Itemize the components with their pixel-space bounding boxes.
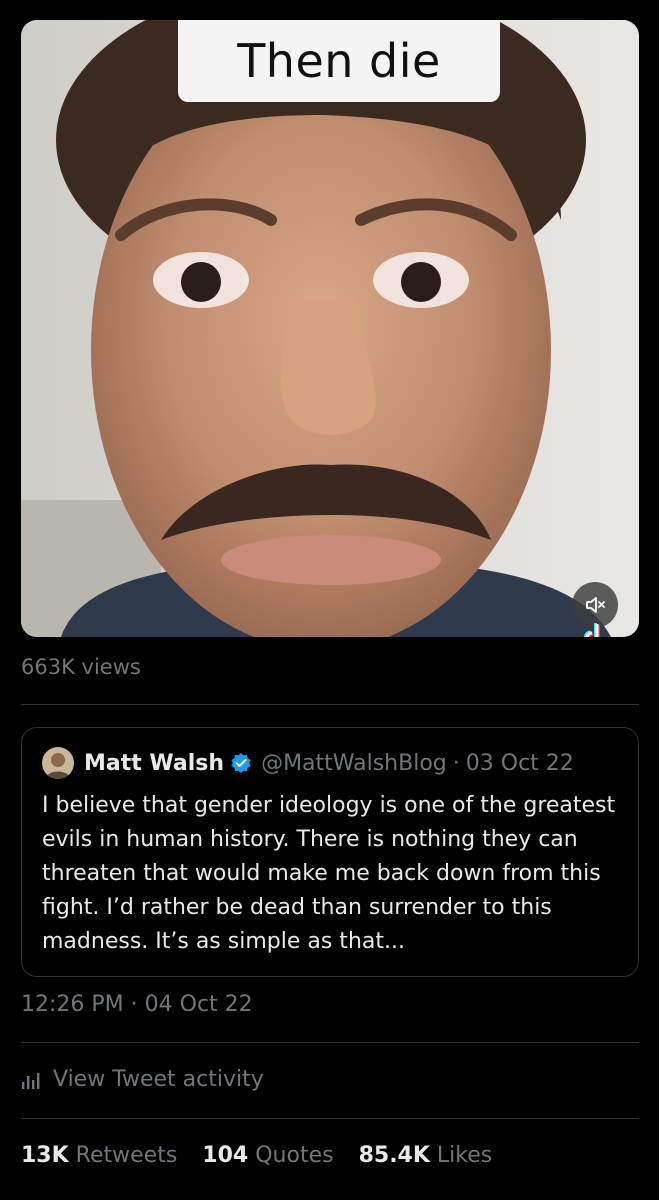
- likes-count: 85.4K: [358, 1143, 430, 1168]
- avatar[interactable]: [42, 747, 74, 779]
- tweet-stats: 13K Retweets 104 Quotes 85.4K Likes: [21, 1143, 510, 1168]
- author-name[interactable]: Matt Walsh: [84, 751, 224, 776]
- quotes-count: 104: [202, 1143, 249, 1168]
- divider: [21, 1118, 639, 1119]
- quotes-stat[interactable]: 104 Quotes: [202, 1143, 333, 1168]
- video-caption: Then die: [178, 20, 500, 102]
- tweet-time: 12:26 PM: [21, 992, 124, 1017]
- tweet-date: 04 Oct 22: [144, 992, 253, 1017]
- retweets-label: Retweets: [75, 1143, 178, 1168]
- view-tweet-activity-label: View Tweet activity: [53, 1067, 264, 1092]
- video-player[interactable]: Then die: [21, 20, 639, 637]
- quoted-tweet[interactable]: Matt Walsh @MattWalshBlog · 03 Oct 22 I …: [21, 727, 639, 977]
- bar-chart-icon: [22, 1072, 40, 1089]
- video-frame: [21, 20, 639, 637]
- likes-stat[interactable]: 85.4K Likes: [359, 1143, 493, 1168]
- video-views: 663K views: [21, 655, 141, 679]
- view-tweet-activity-link[interactable]: View Tweet activity: [21, 1067, 264, 1092]
- quoted-tweet-header: Matt Walsh @MattWalshBlog · 03 Oct 22: [42, 746, 574, 780]
- quotes-label: Quotes: [255, 1143, 334, 1168]
- divider: [21, 1042, 639, 1043]
- quoted-tweet-text: I believe that gender ideology is one of…: [42, 793, 616, 954]
- divider: [21, 704, 639, 705]
- timestamp-separator: ·: [130, 992, 138, 1017]
- mute-icon: [586, 597, 605, 613]
- tweet-timestamp[interactable]: 12:26 PM · 04 Oct 22: [21, 992, 253, 1017]
- retweets-stat[interactable]: 13K Retweets: [21, 1143, 177, 1168]
- likes-label: Likes: [436, 1143, 493, 1168]
- author-handle[interactable]: @MattWalshBlog: [261, 751, 447, 776]
- quoted-tweet-date[interactable]: 03 Oct 22: [466, 751, 574, 776]
- tiktok-icon: [584, 623, 600, 637]
- verified-badge-icon: [231, 753, 251, 773]
- header-separator: ·: [452, 750, 460, 776]
- retweets-count: 13K: [21, 1143, 69, 1168]
